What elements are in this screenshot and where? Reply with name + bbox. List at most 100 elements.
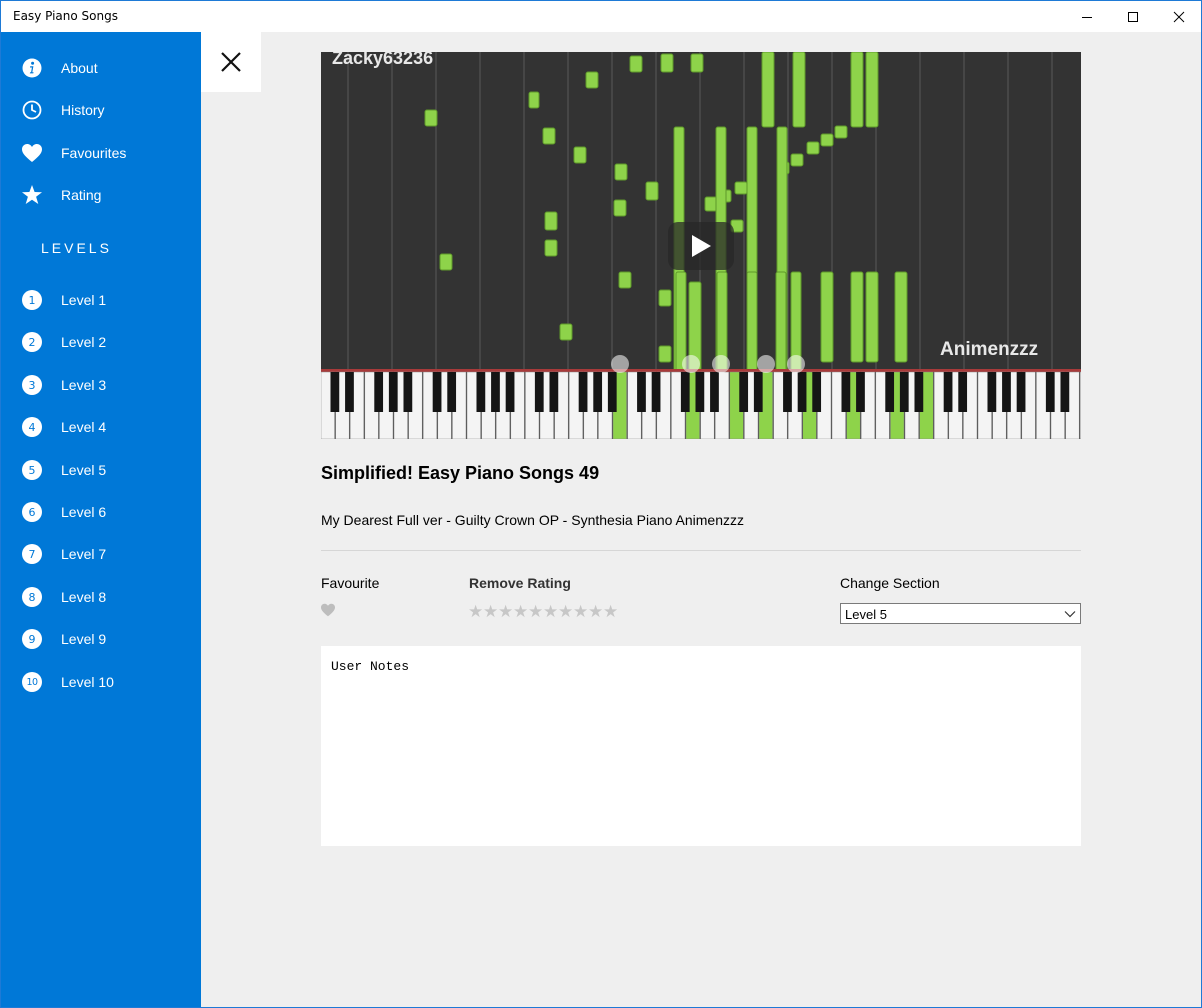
rating-stars[interactable]: ★ ★ ★ ★ ★ ★ ★ ★ ★ ★ (468, 603, 618, 621)
note-block (658, 345, 672, 363)
video-watermark-right: Animenzzz (940, 339, 1039, 360)
sidebar-item-level-1[interactable]: 1 Level 1 (1, 282, 201, 318)
section-select[interactable]: Level 5 (840, 603, 1081, 624)
note-block (734, 181, 748, 195)
note-block (585, 71, 599, 89)
window-close-button[interactable] (1156, 1, 1201, 32)
sidebar-item-level-7[interactable]: 7 Level 7 (1, 536, 201, 572)
close-icon (1173, 11, 1185, 22)
black-key (987, 372, 997, 412)
level-number-icon: 8 (21, 586, 43, 608)
rating-star[interactable]: ★ (483, 603, 498, 621)
sidebar-item-label: Level 3 (61, 377, 107, 393)
level-number-icon: 5 (21, 459, 43, 481)
rating-star[interactable]: ★ (498, 603, 513, 621)
heart-icon (21, 142, 43, 164)
rating-star[interactable]: ★ (588, 603, 603, 621)
sidebar-item-favourites[interactable]: Favourites (1, 135, 201, 171)
level-number-icon: 10 (21, 671, 43, 693)
note-block (820, 271, 834, 363)
sidebar-item-label: Level 7 (61, 546, 107, 562)
sidebar: About History Favourites Rating LEVELS 1… (1, 32, 201, 1007)
note-block (806, 141, 820, 155)
sidebar-item-level-3[interactable]: 3 Level 3 (1, 367, 201, 403)
user-notes-field[interactable]: User Notes (321, 646, 1081, 846)
black-key (841, 372, 851, 412)
video-player[interactable]: Zacky63236 Animenzzz (321, 52, 1081, 439)
sidebar-item-level-8[interactable]: 8 Level 8 (1, 579, 201, 615)
black-key (651, 372, 661, 412)
close-pane-button[interactable] (201, 32, 261, 92)
rating-star[interactable]: ★ (468, 603, 483, 621)
note-block (790, 153, 804, 167)
note-block (573, 146, 587, 164)
user-notes-placeholder: User Notes (331, 659, 410, 674)
note-block (528, 91, 540, 109)
note-block (704, 196, 718, 212)
sidebar-item-label: Level 5 (61, 462, 107, 478)
black-key (491, 372, 500, 412)
level-number-icon: 4 (21, 416, 43, 438)
star-icon (21, 184, 43, 206)
key-glow (712, 355, 730, 373)
level-number-icon: 2 (21, 331, 43, 353)
favourite-toggle[interactable] (320, 603, 336, 619)
note-block (645, 181, 659, 201)
black-key (447, 372, 457, 412)
black-key (914, 372, 924, 412)
note-block (613, 199, 627, 217)
sidebar-item-level-4[interactable]: 4 Level 4 (1, 409, 201, 445)
divider (321, 550, 1081, 551)
rating-star[interactable]: ★ (603, 603, 618, 621)
black-key (432, 372, 442, 412)
level-number: 7 (22, 544, 42, 564)
black-key (637, 372, 646, 412)
level-number-icon: 1 (21, 289, 43, 311)
sidebar-item-label: Level 9 (61, 631, 107, 647)
sidebar-item-label: Rating (61, 187, 102, 203)
clock-icon (21, 99, 43, 121)
rating-star[interactable]: ★ (513, 603, 528, 621)
note-block (690, 53, 704, 73)
note-block (775, 271, 787, 373)
minimize-button[interactable] (1064, 1, 1110, 32)
rating-star[interactable]: ★ (528, 603, 543, 621)
level-number-icon: 7 (21, 543, 43, 565)
maximize-button[interactable] (1110, 1, 1156, 32)
note-block (559, 323, 573, 341)
black-key (783, 372, 792, 412)
note-block (544, 211, 558, 231)
sidebar-item-level-2[interactable]: 2 Level 2 (1, 324, 201, 360)
black-key (374, 372, 384, 412)
level-number: 6 (22, 502, 42, 522)
black-key (797, 372, 807, 412)
change-section-label: Change Section (840, 575, 940, 591)
sidebar-item-rating[interactable]: Rating (1, 177, 201, 213)
levels-header: LEVELS (41, 240, 112, 256)
note-block (658, 289, 672, 307)
sidebar-item-level-9[interactable]: 9 Level 9 (1, 621, 201, 657)
key-glow (787, 355, 805, 373)
note-block (629, 55, 643, 73)
sidebar-item-level-5[interactable]: 5 Level 5 (1, 452, 201, 488)
black-key (593, 372, 603, 412)
sidebar-item-label: About (61, 60, 98, 76)
sidebar-item-about[interactable]: About (1, 50, 201, 86)
sidebar-item-label: Level 6 (61, 504, 107, 520)
black-key (1016, 372, 1026, 412)
rating-star[interactable]: ★ (558, 603, 573, 621)
black-key (578, 372, 588, 412)
sidebar-item-history[interactable]: History (1, 92, 201, 128)
sidebar-item-level-6[interactable]: 6 Level 6 (1, 494, 201, 530)
remove-rating-button[interactable]: Remove Rating (469, 575, 571, 591)
play-button[interactable] (668, 222, 734, 270)
black-key (403, 372, 413, 412)
close-icon (221, 52, 241, 72)
sidebar-item-level-10[interactable]: 10 Level 10 (1, 664, 201, 700)
rating-star[interactable]: ★ (543, 603, 558, 621)
rating-star[interactable]: ★ (573, 603, 588, 621)
sidebar-item-label: Level 2 (61, 334, 107, 350)
level-number: 9 (22, 629, 42, 649)
maximize-icon (1128, 11, 1138, 22)
black-key (330, 372, 340, 412)
